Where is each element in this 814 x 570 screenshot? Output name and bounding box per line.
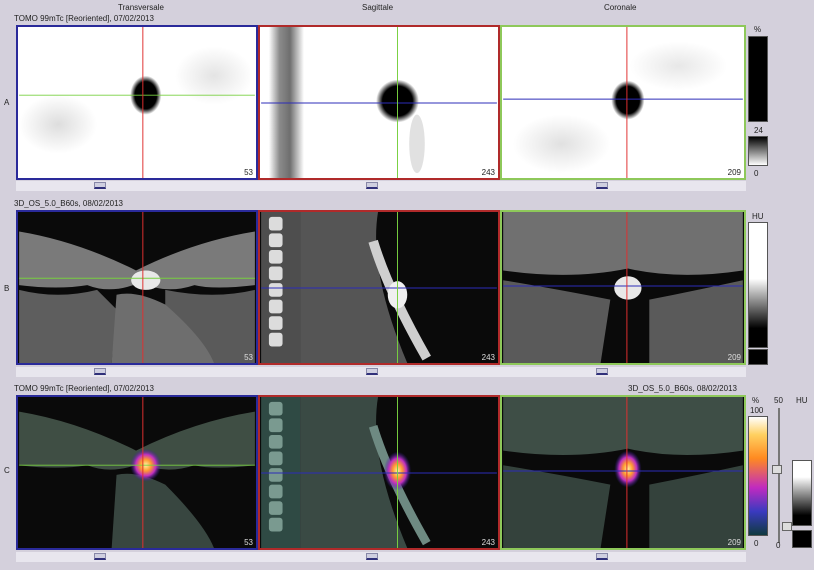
ct-coronal-image [503,212,743,363]
fusion-coronal-image [503,397,743,548]
scale-c-min: 0 [754,539,759,548]
panel-b-sagittal[interactable]: 243 [258,210,500,365]
slice-number: 243 [481,168,495,177]
panel-c-sagittal[interactable]: 243 [258,395,500,550]
header-coronale: Coronale [604,3,637,12]
scale-c-unit-hu: HU [796,396,808,405]
colorbar-a-gradient [748,136,768,166]
blend-label-50: 50 [774,396,783,405]
row-b-label: B [4,284,10,293]
slider-thumb[interactable] [366,368,378,375]
panel-a-sagittal[interactable]: 243 [258,25,500,180]
row-c-series-title: TOMO 99mTc [Reoriented], 07/02/2013 [14,384,154,393]
fusion-transversal-image [19,397,255,548]
slice-number: 209 [727,353,741,362]
slice-number: 209 [727,538,741,547]
blend-slider-knob[interactable] [772,465,782,474]
ct-sagittal-image [261,212,497,363]
panel-a-coronal[interactable]: 209 [500,25,746,180]
slice-slider-b-sagittal[interactable] [258,367,500,377]
row-a-label: A [4,98,10,107]
header-sagittale: Sagittale [362,3,394,12]
blend-slider-knob-lower[interactable] [782,522,792,531]
scale-a-min: 0 [754,169,759,178]
slice-slider-a-sagittal[interactable] [258,181,500,191]
colorbar-c-hu [792,460,812,526]
slider-thumb[interactable] [596,368,608,375]
scale-a-unit: % [754,25,762,34]
slider-thumb[interactable] [596,182,608,189]
row-c-ct-series-title: 3D_OS_5.0_B60s, 08/02/2013 [628,384,737,393]
colorbar-b [748,222,768,348]
slice-slider-a-transversal[interactable] [16,181,258,191]
slice-number: 243 [481,538,495,547]
slice-number: 209 [727,168,741,177]
row-c-label: C [4,466,10,475]
slice-number: 53 [244,538,253,547]
scale-a-mid: 24 [754,126,763,135]
slice-number: 53 [244,353,253,362]
scale-c-unit-pct: % [752,396,760,405]
ct-transversal-image [19,212,255,363]
spect-transversal-image [19,27,255,178]
scale-c-max: 100 [750,406,764,415]
blend-slider-track[interactable] [778,408,780,543]
scale-b-unit: HU [752,212,764,221]
slice-slider-c-coronal[interactable] [500,552,746,562]
slider-thumb[interactable] [596,553,608,560]
slice-number: 243 [481,353,495,362]
slice-slider-b-coronal[interactable] [500,367,746,377]
slider-thumb[interactable] [366,182,378,189]
panel-c-coronal[interactable]: 209 [500,395,746,550]
slider-thumb[interactable] [94,182,106,189]
slider-thumb[interactable] [94,553,106,560]
slice-slider-b-transversal[interactable] [16,367,258,377]
slice-slider-c-sagittal[interactable] [258,552,500,562]
panel-c-transversal[interactable]: 53 [16,395,258,550]
fusion-sagittal-image [261,397,497,548]
slider-thumb[interactable] [94,368,106,375]
panel-b-coronal[interactable]: 209 [500,210,746,365]
slider-thumb[interactable] [366,553,378,560]
slice-slider-a-coronal[interactable] [500,181,746,191]
spect-coronal-image [503,27,743,178]
slice-number: 53 [244,168,253,177]
colorbar-c-hot [748,416,768,536]
row-b-series-title: 3D_OS_5.0_B60s, 08/02/2013 [14,199,123,208]
blend-label-min: 0 [776,541,781,550]
spect-sagittal-image [261,27,497,178]
slice-slider-c-transversal[interactable] [16,552,258,562]
panel-b-transversal[interactable]: 53 [16,210,258,365]
colorbar-c-hu-base [792,530,812,548]
colorbar-a [748,36,768,122]
header-transversale: Transversale [118,3,164,12]
row-a-series-title: TOMO 99mTc [Reoriented], 07/02/2013 [14,14,154,23]
colorbar-b-base [748,349,768,365]
panel-a-transversal[interactable]: 53 [16,25,258,180]
